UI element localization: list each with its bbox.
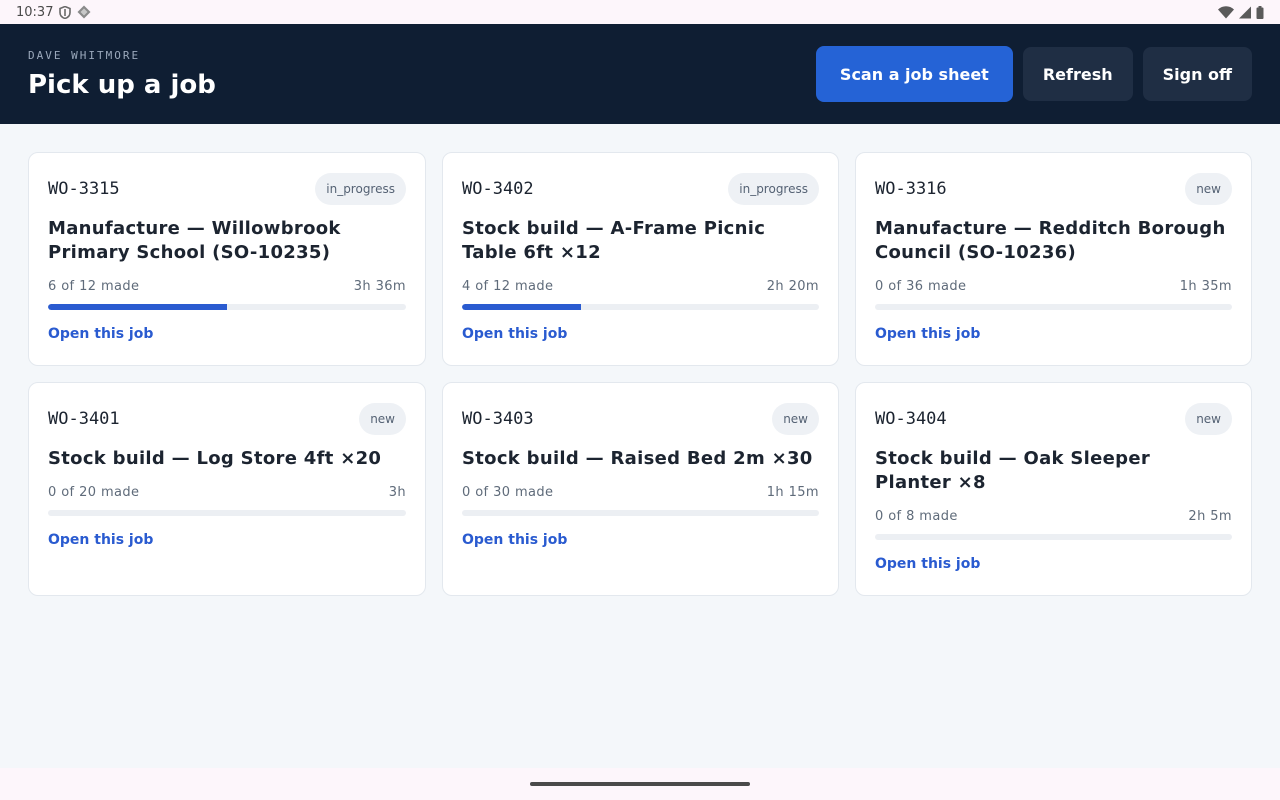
cell-signal-icon [1238, 6, 1252, 19]
header-titles: DAVE WHITMORE Pick up a job [28, 49, 216, 100]
sign-off-button[interactable]: Sign off [1142, 47, 1252, 101]
open-job-link[interactable]: Open this job [462, 532, 567, 548]
job-card: WO-3401 new Stock build — Log Store 4ft … [28, 382, 426, 596]
open-job-link[interactable]: Open this job [875, 326, 980, 342]
status-badge: new [359, 403, 406, 435]
work-order-id: WO-3316 [875, 179, 947, 199]
open-job-link[interactable]: Open this job [462, 326, 567, 342]
made-count: 6 of 12 made [48, 279, 140, 294]
job-meta: 6 of 12 made 3h 36m [48, 279, 406, 294]
open-job-link[interactable]: Open this job [875, 556, 980, 572]
job-card-header: WO-3403 new [462, 403, 819, 435]
job-card-header: WO-3402 in_progress [462, 173, 819, 205]
gesture-handle[interactable] [530, 782, 750, 786]
job-meta: 0 of 30 made 1h 15m [462, 485, 819, 500]
made-count: 4 of 12 made [462, 279, 554, 294]
open-job-link[interactable]: Open this job [48, 532, 153, 548]
work-order-id: WO-3402 [462, 179, 534, 199]
navigation-bar [0, 768, 1280, 800]
work-order-id: WO-3401 [48, 409, 120, 429]
made-count: 0 of 20 made [48, 485, 140, 500]
page-title: Pick up a job [28, 69, 216, 100]
operator-name: DAVE WHITMORE [28, 48, 141, 62]
progress-bar [875, 304, 1232, 310]
shield-icon [59, 5, 72, 19]
job-title: Stock build — Oak Sleeper Planter ×8 [875, 448, 1151, 493]
status-badge: in_progress [315, 173, 406, 205]
job-card: WO-3316 new Manufacture — Redditch Borou… [855, 152, 1252, 366]
time-estimate: 1h 35m [1179, 279, 1232, 294]
progress-bar [462, 510, 819, 516]
status-bar: 10:37 [0, 0, 1280, 24]
job-title: Stock build — Raised Bed 2m ×30 [462, 448, 813, 469]
header-actions: Scan a job sheet Refresh Sign off [815, 46, 1252, 102]
progress-bar [462, 304, 819, 310]
job-card-header: WO-3404 new [875, 403, 1232, 435]
job-meta: 4 of 12 made 2h 20m [462, 279, 819, 294]
made-count: 0 of 30 made [462, 485, 554, 500]
job-grid: WO-3315 in_progress Manufacture — Willow… [28, 152, 1252, 596]
status-badge: new [1185, 403, 1232, 435]
progress-fill [48, 304, 227, 310]
status-badge: new [772, 403, 819, 435]
time-estimate: 3h [388, 485, 406, 500]
clock: 10:37 [16, 4, 54, 20]
time-estimate: 3h 36m [353, 279, 406, 294]
job-title: Manufacture — Redditch Borough Council (… [875, 218, 1226, 263]
scan-job-sheet-button[interactable]: Scan a job sheet [815, 46, 1013, 102]
open-job-link[interactable]: Open this job [48, 326, 153, 342]
app-header: DAVE WHITMORE Pick up a job Scan a job s… [0, 24, 1280, 124]
made-count: 0 of 36 made [875, 279, 967, 294]
status-badge: new [1185, 173, 1232, 205]
progress-fill [462, 304, 581, 310]
made-count: 0 of 8 made [875, 509, 958, 524]
job-card: WO-3403 new Stock build — Raised Bed 2m … [442, 382, 839, 596]
progress-bar [48, 304, 406, 310]
work-order-id: WO-3403 [462, 409, 534, 429]
job-meta: 0 of 8 made 2h 5m [875, 509, 1232, 524]
job-meta: 0 of 36 made 1h 35m [875, 279, 1232, 294]
status-bar-right [1218, 5, 1264, 19]
wifi-icon [1218, 5, 1234, 19]
progress-bar [48, 510, 406, 516]
progress-bar [875, 534, 1232, 540]
battery-icon [1256, 5, 1264, 19]
job-title: Stock build — Log Store 4ft ×20 [48, 448, 382, 469]
job-meta: 0 of 20 made 3h [48, 485, 406, 500]
time-estimate: 1h 15m [766, 485, 819, 500]
job-card-header: WO-3401 new [48, 403, 406, 435]
time-estimate: 2h 20m [766, 279, 819, 294]
work-order-id: WO-3315 [48, 179, 120, 199]
time-estimate: 2h 5m [1188, 509, 1232, 524]
job-card: WO-3315 in_progress Manufacture — Willow… [28, 152, 426, 366]
diamond-icon [77, 5, 91, 19]
job-title: Stock build — A-Frame Picnic Table 6ft ×… [462, 218, 766, 263]
status-bar-left: 10:37 [16, 5, 91, 20]
job-card-header: WO-3316 new [875, 173, 1232, 205]
job-card: WO-3402 in_progress Stock build — A-Fram… [442, 152, 839, 366]
refresh-button[interactable]: Refresh [1022, 47, 1133, 101]
status-badge: in_progress [728, 173, 819, 205]
job-card-header: WO-3315 in_progress [48, 173, 406, 205]
work-order-id: WO-3404 [875, 409, 947, 429]
job-card: WO-3404 new Stock build — Oak Sleeper Pl… [855, 382, 1252, 596]
job-title: Manufacture — Willowbrook Primary School… [48, 218, 341, 263]
